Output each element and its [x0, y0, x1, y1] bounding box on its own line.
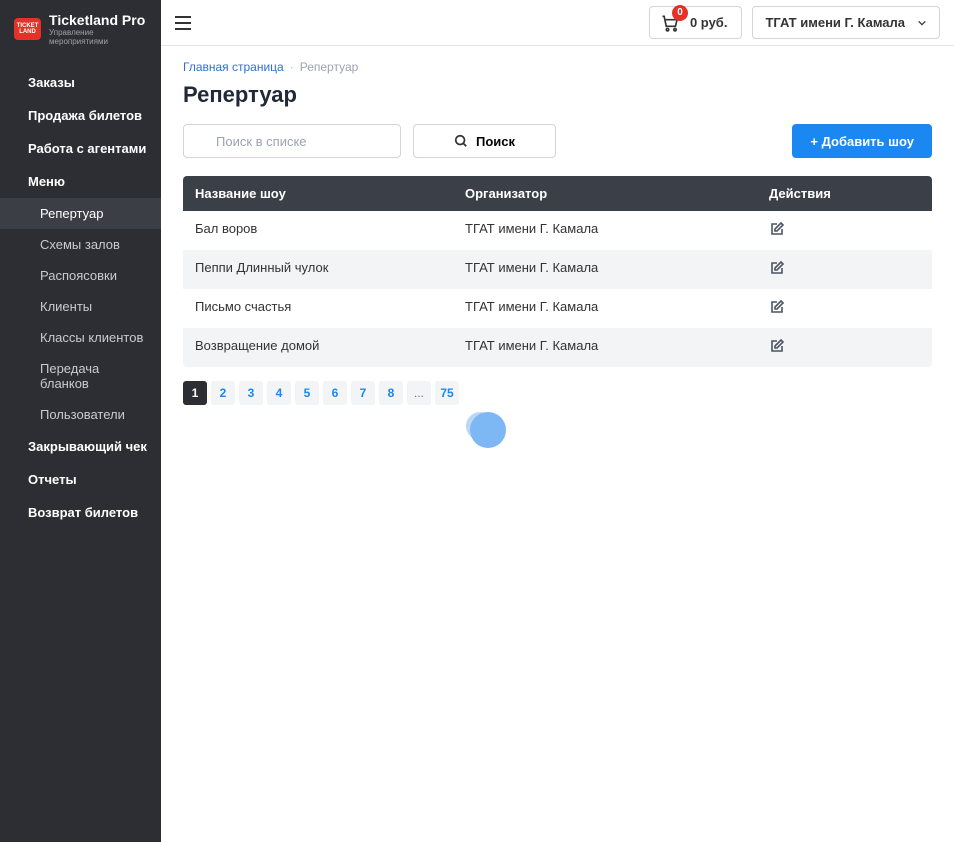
- add-show-button[interactable]: + Добавить шоу: [792, 124, 932, 158]
- edit-icon[interactable]: [769, 338, 785, 354]
- chevron-down-icon: [917, 18, 927, 28]
- page-title: Репертуар: [183, 82, 932, 108]
- loading-indicator: [470, 412, 506, 448]
- sidebar-item-12[interactable]: Отчеты: [0, 463, 161, 496]
- cell-org: ТГАТ имени Г. Камала: [453, 289, 757, 328]
- cell-name: Бал воров: [183, 211, 453, 250]
- breadcrumb-home[interactable]: Главная страница: [183, 60, 284, 74]
- sidebar-item-4[interactable]: Репертуар: [0, 198, 161, 229]
- page-8[interactable]: 8: [379, 381, 403, 405]
- cell-name: Возвращение домой: [183, 328, 453, 367]
- cart-icon: 0: [660, 13, 680, 33]
- controls-row: Поиск + Добавить шоу: [183, 124, 932, 158]
- cart-count-badge: 0: [672, 5, 688, 21]
- table-row: Бал воровТГАТ имени Г. Камала: [183, 211, 932, 250]
- page-2[interactable]: 2: [211, 381, 235, 405]
- logo-badge: TICKET LAND: [14, 18, 41, 40]
- th-name: Название шоу: [183, 176, 453, 211]
- nav: ЗаказыПродажа билетовРабота с агентамиМе…: [0, 60, 161, 529]
- sidebar-item-0[interactable]: Заказы: [0, 66, 161, 99]
- sidebar-item-8[interactable]: Классы клиентов: [0, 322, 161, 353]
- search-icon: [454, 134, 468, 148]
- sidebar-item-9[interactable]: Передача бланков: [0, 353, 161, 399]
- breadcrumb-current: Репертуар: [300, 60, 359, 74]
- sidebar-item-11[interactable]: Закрывающий чек: [0, 430, 161, 463]
- sidebar-item-6[interactable]: Распоясовки: [0, 260, 161, 291]
- cell-name: Пеппи Длинный чулок: [183, 250, 453, 289]
- cell-actions: [757, 211, 932, 250]
- edit-icon[interactable]: [769, 221, 785, 237]
- th-actions: Действия: [757, 176, 932, 211]
- edit-icon[interactable]: [769, 260, 785, 276]
- page-5[interactable]: 5: [295, 381, 319, 405]
- search-input[interactable]: [183, 124, 401, 158]
- menu-toggle-button[interactable]: [171, 9, 199, 37]
- content: Главная страница·Репертуар Репертуар Пои…: [161, 46, 954, 419]
- cell-org: ТГАТ имени Г. Камала: [453, 328, 757, 367]
- sidebar-item-10[interactable]: Пользователи: [0, 399, 161, 430]
- pagination: 12345678...75: [183, 381, 932, 405]
- cell-name: Письмо счастья: [183, 289, 453, 328]
- sidebar-item-3[interactable]: Меню: [0, 165, 161, 198]
- sidebar-item-7[interactable]: Клиенты: [0, 291, 161, 322]
- cell-org: ТГАТ имени Г. Камала: [453, 250, 757, 289]
- sidebar-item-13[interactable]: Возврат билетов: [0, 496, 161, 529]
- shows-table: Название шоу Организатор Действия Бал во…: [183, 176, 932, 367]
- cell-org: ТГАТ имени Г. Камала: [453, 211, 757, 250]
- breadcrumb: Главная страница·Репертуар: [183, 60, 932, 74]
- logo-title: Ticketland Pro: [49, 12, 151, 28]
- page-last[interactable]: 75: [435, 381, 459, 405]
- page-6[interactable]: 6: [323, 381, 347, 405]
- cart-button[interactable]: 0 0 руб.: [649, 6, 742, 39]
- page-ellipsis: ...: [407, 381, 431, 405]
- table-row: Пеппи Длинный чулокТГАТ имени Г. Камала: [183, 250, 932, 289]
- logo-subtitle: Управление мероприятиями: [49, 28, 151, 46]
- search-button[interactable]: Поиск: [413, 124, 556, 158]
- page-4[interactable]: 4: [267, 381, 291, 405]
- cart-amount: 0 руб.: [690, 15, 727, 30]
- venue-name: ТГАТ имени Г. Камала: [765, 15, 905, 30]
- table-header: Название шоу Организатор Действия: [183, 176, 932, 211]
- topbar: 0 0 руб. ТГАТ имени Г. Камала: [161, 0, 954, 46]
- edit-icon[interactable]: [769, 299, 785, 315]
- sidebar-item-5[interactable]: Схемы залов: [0, 229, 161, 260]
- logo[interactable]: TICKET LAND Ticketland Pro Управление ме…: [0, 0, 161, 60]
- venue-selector[interactable]: ТГАТ имени Г. Камала: [752, 6, 940, 39]
- cell-actions: [757, 250, 932, 289]
- table-row: Возвращение домойТГАТ имени Г. Камала: [183, 328, 932, 367]
- page-3[interactable]: 3: [239, 381, 263, 405]
- th-org: Организатор: [453, 176, 757, 211]
- cell-actions: [757, 289, 932, 328]
- sidebar-item-2[interactable]: Работа с агентами: [0, 132, 161, 165]
- table-row: Письмо счастьяТГАТ имени Г. Камала: [183, 289, 932, 328]
- cell-actions: [757, 328, 932, 367]
- sidebar-item-1[interactable]: Продажа билетов: [0, 99, 161, 132]
- page-7[interactable]: 7: [351, 381, 375, 405]
- page-1[interactable]: 1: [183, 381, 207, 405]
- sidebar: TICKET LAND Ticketland Pro Управление ме…: [0, 0, 161, 842]
